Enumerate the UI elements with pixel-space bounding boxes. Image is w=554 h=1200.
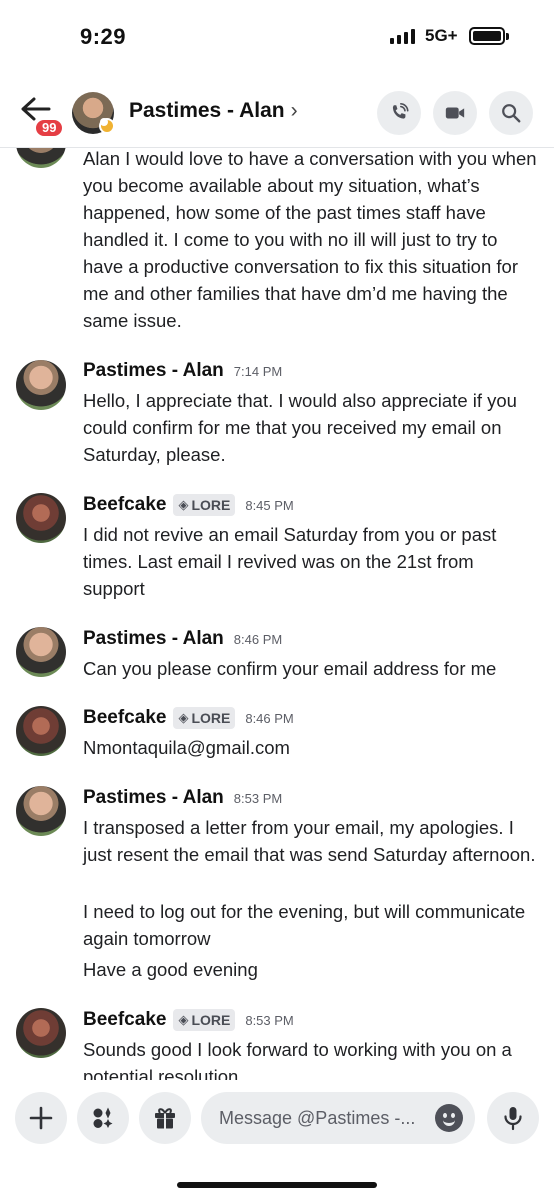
- message-text: Can you please confirm your email addres…: [83, 658, 497, 679]
- message-header: Beefcake ◈ LORE 8:46 PM: [83, 707, 294, 729]
- author-name[interactable]: Pastimes - Alan: [83, 628, 224, 650]
- video-camera-icon: [445, 107, 465, 119]
- message-text: Alan I would love to have a conversation…: [83, 148, 537, 331]
- add-attachment-button[interactable]: [15, 1092, 67, 1144]
- message-text: Have a good evening: [83, 959, 258, 980]
- emoji-icon[interactable]: [435, 1104, 463, 1132]
- cellular-signal-icon: [390, 28, 415, 44]
- server-tag-label: LORE: [191, 710, 231, 726]
- message-text: I did not revive an email Saturday from …: [83, 524, 497, 599]
- message-input[interactable]: Message @Pastimes -...: [201, 1092, 475, 1144]
- author-name[interactable]: Pastimes - Alan: [83, 787, 224, 809]
- chevron-right-icon: ›: [290, 99, 298, 122]
- timestamp: 8:53 PM: [233, 790, 283, 806]
- avatar[interactable]: [16, 1008, 66, 1058]
- call-button[interactable]: [377, 91, 421, 135]
- diamond-icon: ◈: [178, 497, 189, 512]
- network-type: 5G+: [425, 26, 458, 45]
- apps-button[interactable]: [77, 1092, 129, 1144]
- battery-icon: [469, 27, 509, 45]
- timestamp: 8:53 PM: [245, 1012, 294, 1028]
- voice-message-button[interactable]: [487, 1092, 539, 1144]
- message-text: Sounds good I look forward to working wi…: [83, 1039, 512, 1080]
- message-header: Pastimes - Alan 8:46 PM: [83, 628, 282, 650]
- home-indicator[interactable]: [177, 1182, 377, 1188]
- message-composer: Message @Pastimes -...: [0, 1080, 554, 1160]
- message-header: Beefcake ◈ LORE 8:53 PM: [83, 1009, 294, 1031]
- apps-icon: [93, 1107, 113, 1128]
- timestamp: 7:14 PM: [233, 363, 283, 379]
- message-text: Nmontaquila@gmail.com: [83, 737, 290, 758]
- author-name[interactable]: Pastimes - Alan: [83, 360, 224, 382]
- search-button[interactable]: [489, 91, 533, 135]
- idle-status-icon: [99, 118, 115, 134]
- plus-icon: [29, 1106, 53, 1130]
- avatar[interactable]: [16, 148, 66, 168]
- message-header: Beefcake ◈ LORE 8:45 PM: [83, 494, 294, 516]
- status-bar: 9:29 5G+: [0, 0, 554, 72]
- server-tag[interactable]: ◈ LORE: [173, 494, 236, 516]
- avatar[interactable]: [16, 493, 66, 543]
- gift-button[interactable]: [139, 1092, 191, 1144]
- diamond-icon: ◈: [178, 1012, 189, 1027]
- message-text: I need to log out for the evening, but w…: [83, 901, 526, 949]
- timestamp: 8:46 PM: [245, 710, 294, 726]
- message-header: Pastimes - Alan 8:53 PM: [83, 787, 282, 809]
- clock: 9:29: [80, 24, 127, 49]
- microphone-icon: [504, 1107, 522, 1131]
- timestamp: 8:45 PM: [245, 497, 294, 513]
- channel-title[interactable]: Pastimes - Alan ›: [129, 99, 298, 123]
- search-icon: [502, 104, 521, 123]
- message-header: Pastimes - Alan 7:14 PM: [83, 360, 282, 382]
- timestamp: 8:46 PM: [233, 631, 283, 647]
- message-text: Hello, I appreciate that. I would also a…: [83, 390, 517, 465]
- author-name[interactable]: Beefcake: [83, 494, 166, 516]
- avatar[interactable]: [16, 360, 66, 410]
- gift-icon: [155, 1108, 175, 1129]
- avatar[interactable]: [16, 786, 66, 836]
- avatar[interactable]: [16, 706, 66, 756]
- channel-title-text: Pastimes - Alan: [129, 99, 285, 122]
- avatar[interactable]: [16, 627, 66, 677]
- unread-badge: 99: [33, 117, 66, 139]
- diamond-icon: ◈: [178, 710, 189, 725]
- video-button[interactable]: [433, 91, 477, 135]
- message-input-placeholder: Message @Pastimes -...: [219, 1107, 416, 1128]
- author-name[interactable]: Beefcake: [83, 1009, 166, 1031]
- channel-header: 99 Pastimes - Alan ›: [0, 72, 554, 148]
- server-tag[interactable]: ◈ LORE: [173, 1009, 236, 1031]
- message-text: I transposed a letter from your email, m…: [83, 817, 536, 865]
- message-list[interactable]: Alan I would love to have a conversation…: [0, 148, 554, 1080]
- server-tag-label: LORE: [191, 1012, 231, 1028]
- phone-icon: [392, 103, 409, 119]
- server-tag[interactable]: ◈ LORE: [173, 707, 236, 729]
- server-tag-label: LORE: [191, 497, 231, 513]
- author-name[interactable]: Beefcake: [83, 707, 166, 729]
